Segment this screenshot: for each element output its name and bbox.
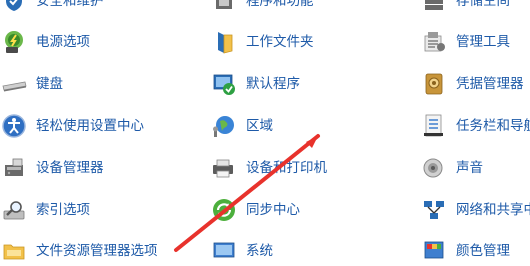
item-label: 文件资源管理器选项 bbox=[36, 243, 158, 259]
item-label: 同步中心 bbox=[246, 202, 300, 218]
item-credential-manager[interactable]: 凭据管理器 bbox=[420, 69, 524, 99]
item-sync-center[interactable]: 同步中心 bbox=[210, 195, 300, 225]
item-label: 工作文件夹 bbox=[246, 34, 314, 50]
item-admin-tools[interactable]: 管理工具 bbox=[420, 27, 510, 57]
power-options-icon bbox=[0, 28, 28, 56]
item-label: 存储空间 bbox=[456, 0, 510, 9]
item-power-options[interactable]: 电源选项 bbox=[0, 27, 90, 57]
item-label: 安全和维护 bbox=[36, 0, 104, 9]
taskbar-navigation-icon bbox=[420, 112, 448, 140]
item-label: 凭据管理器 bbox=[456, 76, 524, 92]
item-security-maintenance[interactable]: 安全和维护 bbox=[0, 0, 104, 16]
item-taskbar-navigation[interactable]: 任务栏和导航 bbox=[420, 111, 530, 141]
sync-center-icon bbox=[210, 196, 238, 224]
item-indexing-options[interactable]: 索引选项 bbox=[0, 195, 90, 225]
item-region[interactable]: 区域 bbox=[210, 111, 273, 141]
item-label: 默认程序 bbox=[246, 76, 300, 92]
item-label: 颜色管理 bbox=[456, 243, 510, 259]
programs-features-icon bbox=[210, 0, 238, 15]
sound-icon bbox=[420, 154, 448, 182]
item-keyboard[interactable]: 键盘 bbox=[0, 69, 63, 99]
item-devices-printers[interactable]: 设备和打印机 bbox=[210, 153, 327, 183]
item-color-management[interactable]: 颜色管理 bbox=[420, 236, 510, 266]
item-label: 系统 bbox=[246, 243, 273, 259]
item-label: 键盘 bbox=[36, 76, 63, 92]
security-maintenance-icon bbox=[0, 0, 28, 15]
item-label: 网络和共享中心 bbox=[456, 202, 530, 218]
item-label: 索引选项 bbox=[36, 202, 90, 218]
item-sound[interactable]: 声音 bbox=[420, 153, 483, 183]
item-file-explorer-options[interactable]: 文件资源管理器选项 bbox=[0, 236, 158, 266]
item-label: 电源选项 bbox=[36, 34, 90, 50]
item-label: 任务栏和导航 bbox=[456, 118, 530, 134]
item-label: 管理工具 bbox=[456, 34, 510, 50]
control-panel-items-grid: 安全和维护 电源选项 键盘 轻松使用设置中心 设备管理器 索引选项 文件资源管理… bbox=[0, 0, 530, 260]
item-label: 轻松使用设置中心 bbox=[36, 118, 144, 134]
storage-spaces-icon bbox=[420, 0, 448, 15]
item-network-sharing[interactable]: 网络和共享中心 bbox=[420, 195, 530, 225]
item-programs-features[interactable]: 程序和功能 bbox=[210, 0, 314, 16]
devices-printers-icon bbox=[210, 154, 238, 182]
device-manager-icon bbox=[0, 154, 28, 182]
color-management-icon bbox=[420, 237, 448, 265]
item-work-folders[interactable]: 工作文件夹 bbox=[210, 27, 314, 57]
file-explorer-options-icon bbox=[0, 237, 28, 265]
network-sharing-icon bbox=[420, 196, 448, 224]
item-label: 设备管理器 bbox=[36, 160, 104, 176]
admin-tools-icon bbox=[420, 28, 448, 56]
item-label: 设备和打印机 bbox=[246, 160, 327, 176]
ease-of-access-icon bbox=[0, 112, 28, 140]
item-label: 声音 bbox=[456, 160, 483, 176]
region-icon bbox=[210, 112, 238, 140]
work-folders-icon bbox=[210, 28, 238, 56]
default-programs-icon bbox=[210, 70, 238, 98]
item-label: 区域 bbox=[246, 118, 273, 134]
item-ease-of-access[interactable]: 轻松使用设置中心 bbox=[0, 111, 144, 141]
keyboard-icon bbox=[0, 70, 28, 98]
item-default-programs[interactable]: 默认程序 bbox=[210, 69, 300, 99]
item-system[interactable]: 系统 bbox=[210, 236, 273, 266]
system-icon bbox=[210, 237, 238, 265]
item-label: 程序和功能 bbox=[246, 0, 314, 9]
item-device-manager[interactable]: 设备管理器 bbox=[0, 153, 104, 183]
indexing-options-icon bbox=[0, 196, 28, 224]
credential-manager-icon bbox=[420, 70, 448, 98]
item-storage-spaces[interactable]: 存储空间 bbox=[420, 0, 510, 16]
